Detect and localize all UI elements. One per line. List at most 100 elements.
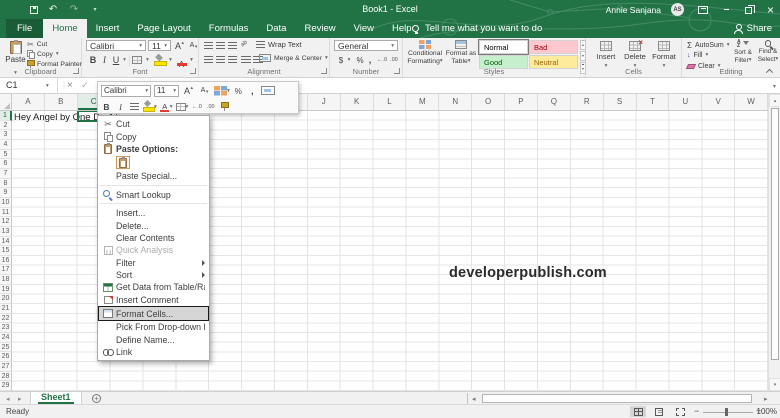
- align-right-button[interactable]: [228, 56, 237, 63]
- row-header-19[interactable]: 19: [0, 284, 12, 295]
- comma-style-button[interactable]: [366, 54, 374, 66]
- vertical-scrollbar[interactable]: [768, 94, 780, 391]
- wrap-text-button[interactable]: Wrap Text: [256, 40, 302, 49]
- normal-view-button[interactable]: [630, 406, 646, 417]
- autosum-button[interactable]: AutoSum: [687, 41, 730, 50]
- underline-dropdown-icon[interactable]: [121, 54, 128, 66]
- row-header-29[interactable]: 29: [0, 381, 12, 391]
- mini-format-style-button[interactable]: [214, 84, 230, 97]
- number-format-select[interactable]: General: [334, 40, 398, 51]
- percent-style-button[interactable]: [355, 54, 365, 66]
- mini-increase-decimal-button[interactable]: ←.0: [191, 100, 202, 113]
- row-header-11[interactable]: 11: [0, 207, 12, 218]
- menu-item-insert-comment[interactable]: Insert Comment: [98, 294, 209, 306]
- row-header-22[interactable]: 22: [0, 313, 12, 324]
- mini-merge-button[interactable]: [260, 84, 275, 97]
- tab-view[interactable]: View: [345, 19, 383, 38]
- enter-icon[interactable]: [81, 78, 89, 94]
- mini-decrease-decimal-button[interactable]: .00: [205, 100, 216, 113]
- select-all-corner[interactable]: [0, 94, 12, 110]
- tab-review[interactable]: Review: [295, 19, 344, 38]
- row-header-16[interactable]: 16: [0, 255, 12, 266]
- accounting-format-button[interactable]: [336, 54, 346, 66]
- column-header-b[interactable]: B: [45, 94, 78, 110]
- page-layout-button[interactable]: [651, 406, 667, 417]
- column-header-q[interactable]: Q: [538, 94, 571, 110]
- restore-icon[interactable]: [745, 5, 755, 14]
- mini-borders-button[interactable]: [175, 100, 189, 113]
- row-header-17[interactable]: 17: [0, 265, 12, 276]
- mini-fill-color-button[interactable]: [143, 100, 157, 113]
- paste-option-button[interactable]: [116, 156, 130, 170]
- mini-increase-font-button[interactable]: [182, 84, 195, 97]
- clipboard-dialog-launcher[interactable]: [73, 68, 79, 74]
- vertical-scroll-thumb[interactable]: [770, 108, 779, 360]
- row-header-20[interactable]: 20: [0, 294, 12, 305]
- top-align-button[interactable]: [204, 42, 213, 49]
- menu-item-copy[interactable]: Copy: [98, 130, 209, 143]
- mini-font-name-select[interactable]: Calibri: [101, 84, 151, 97]
- font-color-button[interactable]: [176, 54, 187, 66]
- row-header-9[interactable]: 9: [0, 188, 12, 198]
- menu-item-filter[interactable]: Filter: [98, 257, 209, 269]
- column-header-w[interactable]: W: [735, 94, 768, 110]
- underline-button[interactable]: [111, 54, 121, 66]
- bottom-align-button[interactable]: [228, 42, 237, 49]
- font-dialog-launcher[interactable]: [190, 68, 196, 74]
- menu-item-sort[interactable]: Sort: [98, 269, 209, 281]
- align-center-button[interactable]: [216, 56, 225, 63]
- scroll-down-icon[interactable]: [769, 378, 780, 391]
- menu-item-link[interactable]: Link: [98, 346, 209, 358]
- column-header-m[interactable]: M: [406, 94, 440, 110]
- page-break-preview-button[interactable]: [672, 406, 688, 417]
- merge-center-button[interactable]: Merge & Center: [259, 54, 328, 62]
- column-header-k[interactable]: K: [341, 94, 374, 110]
- close-icon[interactable]: [765, 4, 776, 16]
- mini-percent-button[interactable]: [233, 84, 244, 97]
- mini-font-color-button[interactable]: [159, 100, 173, 113]
- sort-filter-button[interactable]: Sort & Filter: [731, 39, 755, 64]
- delete-cells-button[interactable]: Delete: [621, 38, 649, 70]
- ribbon-display-options-icon[interactable]: [698, 5, 708, 14]
- font-color-dropdown-icon[interactable]: [188, 54, 195, 66]
- column-header-t[interactable]: T: [637, 94, 670, 110]
- name-box-dropdown-icon[interactable]: [46, 78, 49, 94]
- row-header-24[interactable]: 24: [0, 333, 12, 343]
- orientation-button[interactable]: [241, 41, 248, 47]
- share-button[interactable]: Share: [733, 19, 772, 38]
- format-cells-button[interactable]: Format: [650, 39, 678, 70]
- cell-style-bad[interactable]: Bad: [529, 40, 578, 54]
- column-header-v[interactable]: V: [702, 94, 736, 110]
- column-header-u[interactable]: U: [669, 94, 703, 110]
- column-header-o[interactable]: O: [472, 94, 506, 110]
- scroll-up-icon[interactable]: [769, 94, 780, 107]
- row-header-5[interactable]: 5: [0, 149, 12, 160]
- row-header-25[interactable]: 25: [0, 342, 12, 353]
- mini-bold-button[interactable]: [101, 100, 112, 113]
- tell-me-box[interactable]: Tell me what you want to do: [412, 19, 542, 38]
- zoom-slider-thumb[interactable]: [725, 408, 728, 416]
- horizontal-scroll-thumb[interactable]: [482, 393, 752, 403]
- format-as-table-button[interactable]: Format as Table: [445, 39, 477, 67]
- row-header-7[interactable]: 7: [0, 168, 12, 179]
- font-name-select[interactable]: Calibri: [86, 40, 146, 51]
- row-header-23[interactable]: 23: [0, 323, 12, 334]
- insert-cells-button[interactable]: Insert: [592, 39, 620, 70]
- avatar[interactable]: AS: [671, 3, 684, 16]
- copy-button[interactable]: Copy: [27, 49, 82, 59]
- tab-home[interactable]: Home: [43, 19, 87, 38]
- menu-item-pick-from-drop-down-list[interactable]: Pick From Drop-down List...: [98, 321, 209, 333]
- menu-item-paste-options[interactable]: Paste Options:: [98, 142, 209, 155]
- row-header-3[interactable]: 3: [0, 130, 12, 140]
- mini-center-button[interactable]: [129, 100, 140, 113]
- column-header-l[interactable]: L: [374, 94, 407, 110]
- row-header-21[interactable]: 21: [0, 304, 12, 314]
- cell-style-normal[interactable]: Normal: [479, 40, 528, 54]
- row-header-18[interactable]: 18: [0, 275, 12, 285]
- name-box[interactable]: C1: [0, 78, 58, 94]
- minimize-icon[interactable]: [721, 4, 732, 16]
- increase-decimal-button[interactable]: ←.0: [376, 54, 388, 66]
- menu-item-cut[interactable]: Cut: [98, 118, 209, 130]
- italic-button[interactable]: [100, 54, 109, 66]
- cancel-icon[interactable]: [67, 78, 73, 94]
